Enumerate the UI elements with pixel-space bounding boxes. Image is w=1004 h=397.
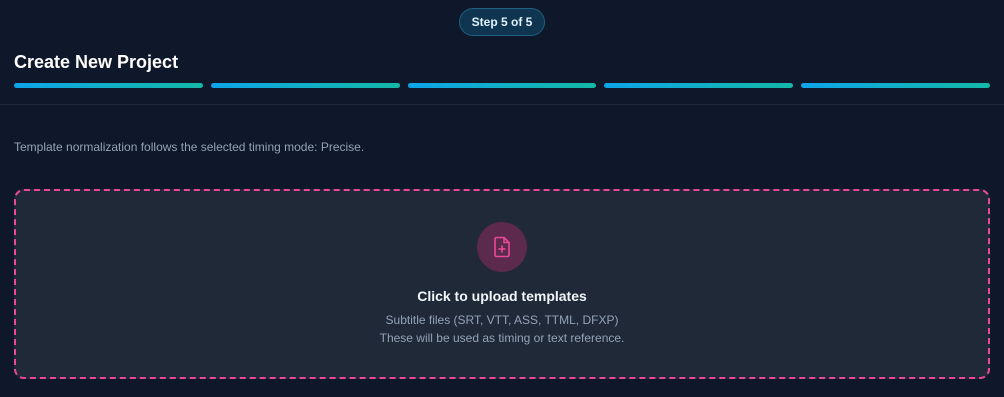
create-project-page: Step 5 of 5 Create New Project Template … bbox=[0, 0, 1004, 397]
wizard-header: Step 5 of 5 Create New Project bbox=[0, 0, 1004, 105]
page-title: Create New Project bbox=[14, 52, 179, 72]
upload-icon-container bbox=[477, 222, 527, 272]
upload-description: These will be used as timing or text ref… bbox=[379, 331, 625, 345]
progress-step-5 bbox=[801, 83, 990, 88]
wizard-progress-bar bbox=[14, 83, 990, 88]
progress-step-1 bbox=[14, 83, 203, 88]
timing-mode-info: Template normalization follows the selec… bbox=[14, 140, 365, 154]
step-badge: Step 5 of 5 bbox=[459, 8, 545, 36]
upload-file-types: Subtitle files (SRT, VTT, ASS, TTML, DFX… bbox=[385, 313, 619, 327]
file-plus-icon bbox=[494, 236, 510, 258]
progress-step-3 bbox=[407, 83, 597, 88]
template-upload-dropzone[interactable]: Click to upload templates Subtitle files… bbox=[14, 189, 990, 379]
upload-title: Click to upload templates bbox=[417, 288, 587, 304]
progress-step-4 bbox=[604, 83, 794, 88]
progress-step-2 bbox=[210, 83, 400, 88]
